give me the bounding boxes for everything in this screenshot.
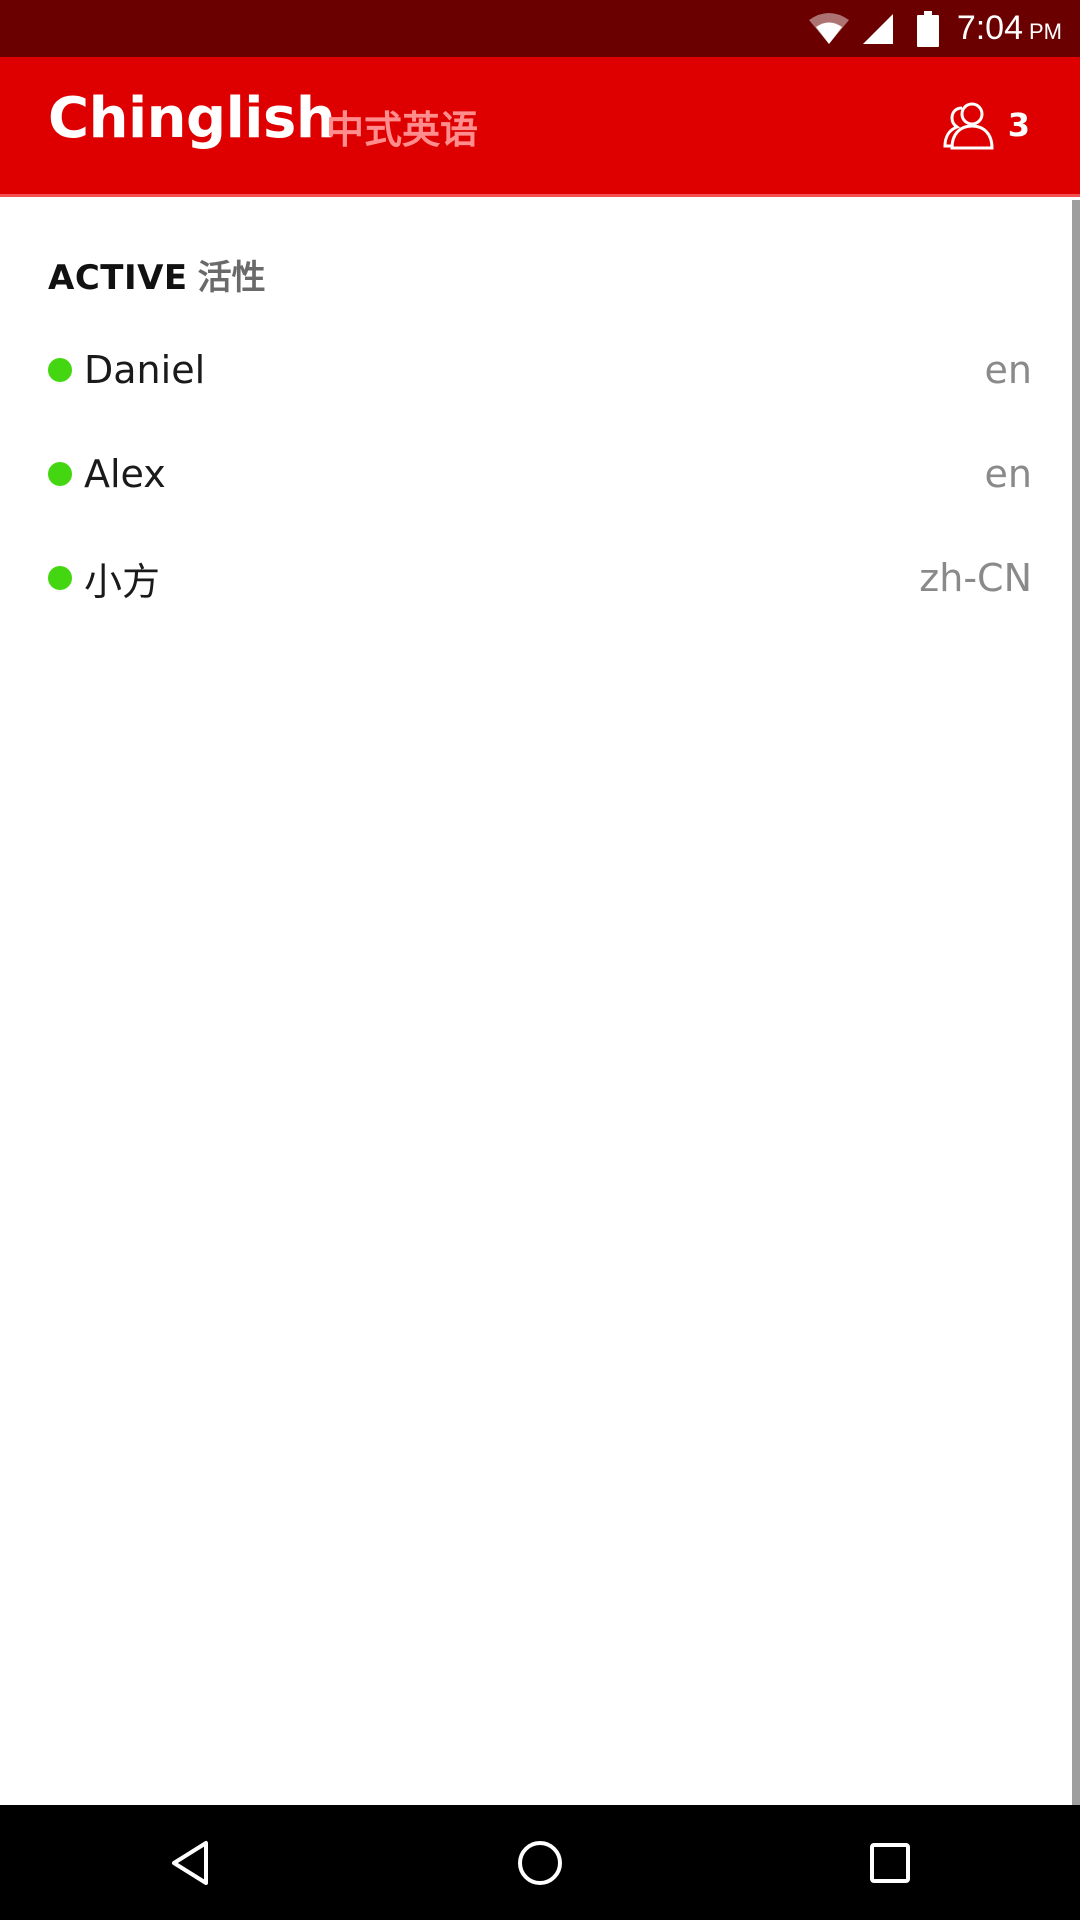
- user-language: en: [984, 452, 1032, 496]
- battery-icon: [916, 10, 939, 47]
- recents-icon: [870, 1842, 910, 1883]
- status-time: 7:04: [956, 9, 1023, 47]
- status-bar: 7:04 PM: [0, 0, 1080, 57]
- user-list: Daniel en Alex en 小方 zh-CN: [0, 318, 1070, 630]
- user-name: Alex: [84, 452, 166, 496]
- app-subtitle: 中式英语: [326, 108, 479, 152]
- online-status-dot: [48, 566, 72, 590]
- user-name: Daniel: [84, 348, 206, 392]
- user-row-xiaofang[interactable]: 小方 zh-CN: [0, 526, 1070, 630]
- user-row-alex[interactable]: Alex en: [0, 422, 1070, 526]
- navigation-bar: [0, 1805, 1080, 1920]
- status-icons: 7:04 PM: [807, 0, 1062, 57]
- scrollbar[interactable]: [1072, 200, 1080, 1805]
- user-count: 3: [1007, 106, 1030, 144]
- status-ampm: PM: [1029, 19, 1062, 44]
- recents-button[interactable]: [810, 1805, 970, 1920]
- users-icon: [943, 102, 994, 150]
- home-button[interactable]: [460, 1805, 620, 1920]
- home-icon: [518, 1840, 562, 1885]
- user-language: en: [984, 348, 1032, 392]
- section-title: ACTIVE: [48, 258, 188, 298]
- section-header: ACTIVE 活性: [48, 250, 266, 299]
- online-status-dot: [48, 462, 72, 486]
- wifi-icon: [808, 12, 849, 44]
- user-list-panel: ACTIVE 活性 Daniel en Alex en 小方 zh-CN: [0, 200, 1070, 1805]
- back-icon: [172, 1840, 208, 1885]
- users-button[interactable]: 3: [942, 93, 1030, 157]
- app-title: Chinglish: [48, 86, 336, 151]
- back-button[interactable]: [110, 1805, 270, 1920]
- user-name: 小方: [84, 559, 161, 604]
- online-status-dot: [48, 358, 72, 382]
- user-row-daniel[interactable]: Daniel en: [0, 318, 1070, 422]
- section-subtitle: 活性: [197, 258, 266, 298]
- app-bar: Chinglish 中式英语 3: [0, 57, 1080, 197]
- user-language: zh-CN: [919, 556, 1032, 600]
- signal-icon: [862, 13, 893, 44]
